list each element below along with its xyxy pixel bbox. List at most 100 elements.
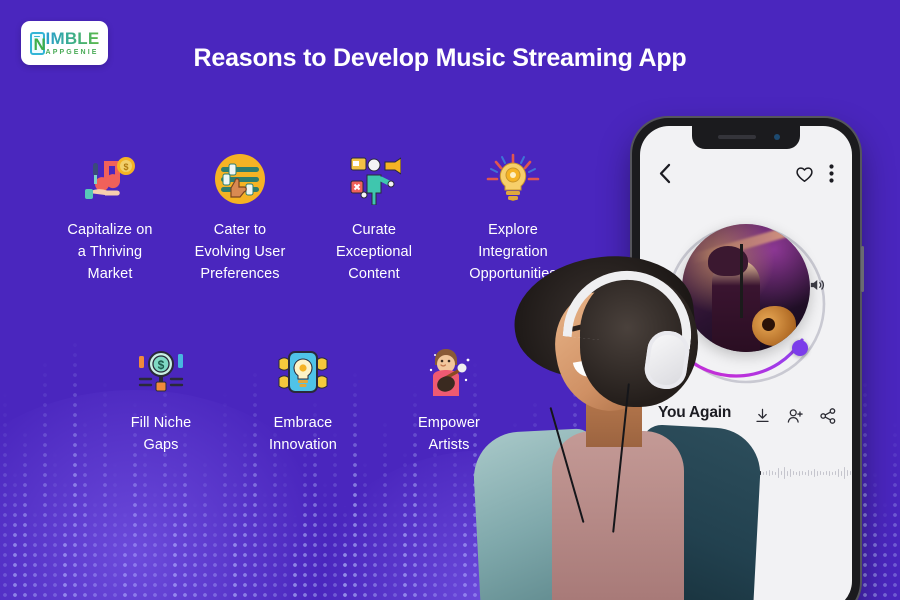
svg-text:$: $	[158, 358, 165, 372]
equalizer-dot-column	[110, 460, 120, 600]
feature-card-6[interactable]: Embrace Innovation	[228, 341, 378, 456]
player-top-bar	[640, 163, 852, 189]
equalizer-dot-column	[460, 470, 470, 600]
feature-card-1[interactable]: $ Capitalize on a Thriving Market	[35, 148, 185, 285]
waveform-bar	[775, 471, 776, 475]
equalizer-dot-column	[150, 485, 160, 600]
slider-controls-hand-icon	[165, 148, 315, 210]
waveform-bar	[850, 471, 851, 475]
volume-up-icon[interactable]	[810, 278, 826, 297]
equalizer-dot-column	[90, 495, 100, 600]
equalizer-dot-column	[50, 450, 60, 600]
player-top-actions	[795, 164, 834, 188]
waveform-bar	[778, 468, 779, 478]
waveform-bar	[766, 471, 767, 475]
waveform-bar	[832, 471, 833, 475]
waveform-bar	[820, 471, 821, 475]
man-with-headphones-photo	[470, 247, 763, 600]
equalizer-dot-column	[190, 500, 200, 600]
feature-label: Capitalize on a Thriving Market	[67, 222, 153, 282]
kebab-menu-icon[interactable]	[829, 164, 834, 188]
feature-label: Curate Exceptional Content	[335, 222, 413, 282]
waveform-bar	[793, 471, 794, 475]
poster-canvas: N IMBLE APPGENIE Reasons to Develop Musi…	[0, 0, 900, 600]
waveform-bar	[838, 469, 839, 477]
lightbulb-gear-arrows-icon	[438, 148, 588, 210]
equalizer-dot-column	[360, 460, 370, 600]
equalizer-dot-column	[390, 500, 400, 600]
waveform-bar	[781, 471, 782, 475]
feature-label: Cater to Evolving User Preferences	[194, 222, 286, 282]
feature-card-5[interactable]: $ Fill Niche Gaps	[86, 341, 236, 456]
chevron-left-icon[interactable]	[658, 163, 671, 189]
equalizer-dot-column	[440, 510, 450, 600]
waveform-bar	[796, 471, 797, 475]
person-media-curation-icon	[299, 148, 449, 210]
equalizer-dot-column	[30, 505, 40, 600]
feature-card-2[interactable]: Cater to Evolving User Preferences	[165, 148, 315, 285]
waveform-bar	[844, 467, 845, 479]
waveform-bar	[769, 470, 770, 476]
equalizer-dot-column	[210, 505, 220, 600]
equalizer-dot-column	[70, 335, 80, 600]
waveform-bar	[841, 470, 842, 476]
equalizer-dot-column	[280, 455, 290, 600]
equalizer-dot-column	[120, 510, 130, 600]
volume-side-button[interactable]	[861, 246, 864, 292]
equalizer-dot-column	[880, 500, 890, 600]
waveform-bar	[823, 471, 824, 475]
feature-label: Embrace Innovation	[269, 415, 337, 453]
equalizer-dot-column	[40, 355, 50, 600]
waveform-bar	[847, 470, 848, 476]
speaker-slot	[718, 135, 756, 139]
equalizer-dot-column	[430, 435, 440, 600]
equalizer-dot-column	[890, 420, 900, 600]
magnifier-dollar-chart-icon: $	[86, 341, 236, 403]
equalizer-dot-column	[140, 440, 150, 600]
waveform-bar	[808, 470, 809, 476]
waveform-bar	[787, 470, 788, 476]
t-shirt	[552, 431, 684, 600]
waveform-bar	[835, 471, 836, 475]
waveform-bar	[784, 467, 785, 479]
waveform-bar	[802, 471, 803, 475]
waveform-bar	[817, 470, 818, 476]
waveform-bar	[829, 470, 830, 476]
equalizer-dot-column	[0, 390, 10, 600]
waveform-bar	[826, 471, 827, 475]
equalizer-dot-column	[400, 450, 410, 600]
equalizer-dot-column	[300, 440, 310, 600]
equalizer-dot-column	[320, 480, 330, 600]
equalizer-dot-column	[230, 475, 240, 600]
equalizer-dot-column	[200, 455, 210, 600]
phone-notch	[692, 126, 800, 149]
page-title: Reasons to Develop Music Streaming App	[193, 44, 687, 72]
equalizer-dot-column	[10, 470, 20, 600]
progress-knob[interactable]	[792, 340, 808, 356]
equalizer-dot-column	[340, 505, 350, 600]
front-camera	[774, 134, 780, 140]
add-person-icon[interactable]	[787, 408, 803, 429]
waveform-bar	[763, 471, 764, 475]
equalizer-dot-column	[290, 515, 300, 600]
svg-text:$: $	[123, 162, 128, 172]
share-icon[interactable]	[820, 408, 836, 429]
feature-label: Fill Niche Gaps	[130, 415, 192, 453]
equalizer-dot-column	[20, 425, 30, 600]
equalizer-dot-column	[60, 480, 70, 600]
feature-card-3[interactable]: Curate Exceptional Content	[299, 148, 449, 285]
heart-icon[interactable]	[795, 165, 814, 188]
equalizer-dot-column	[170, 465, 180, 600]
equalizer-dot-column	[260, 490, 270, 600]
waveform-bar	[805, 471, 806, 475]
waveform-bar	[790, 469, 791, 477]
equalizer-dot-column	[370, 490, 380, 600]
equalizer-dot-column	[860, 375, 870, 600]
music-note-coin-hand-icon: $	[35, 148, 185, 210]
equalizer-dot-column	[870, 470, 880, 600]
waveform-bar	[814, 469, 815, 477]
lightbulb-hands-innovation-icon	[228, 341, 378, 403]
waveform-bar	[799, 470, 800, 476]
track-actions	[755, 408, 836, 429]
waveform-bar	[811, 471, 812, 475]
